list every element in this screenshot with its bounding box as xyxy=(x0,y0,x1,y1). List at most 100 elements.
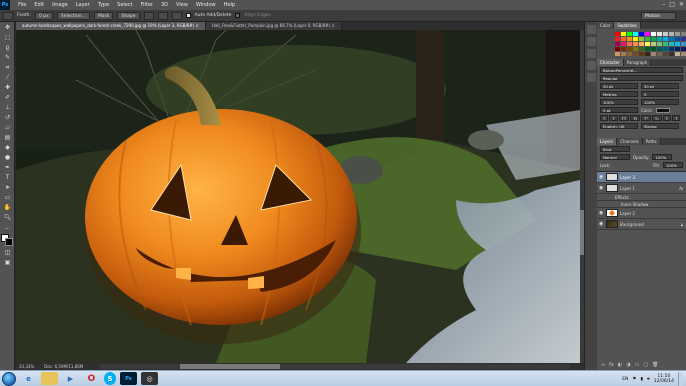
start-button[interactable] xyxy=(2,371,16,386)
tab-swatches[interactable]: Swatches xyxy=(614,22,641,29)
visibility-eye-icon[interactable]: ◉ xyxy=(599,221,604,227)
tab-character[interactable]: Character xyxy=(597,59,624,66)
tab-paths[interactable]: Paths xyxy=(642,138,661,145)
color-swatch[interactable] xyxy=(633,32,638,36)
color-swatch[interactable] xyxy=(615,32,620,36)
screen-mode-icon[interactable]: ▣ xyxy=(2,258,13,267)
lasso-tool-icon[interactable]: ϱ xyxy=(2,43,13,52)
color-swatch[interactable] xyxy=(663,32,668,36)
layer-row-layer-2[interactable]: ◉ Layer 2 xyxy=(597,208,686,219)
color-swatch[interactable] xyxy=(615,47,620,51)
text-color-swatch[interactable] xyxy=(655,107,670,113)
color-swatch[interactable] xyxy=(621,47,626,51)
path-alignment-icon[interactable] xyxy=(157,11,168,20)
move-tool-icon[interactable]: ✥ xyxy=(2,23,13,32)
all-caps-button[interactable]: TT xyxy=(618,115,630,121)
layer-row-layer-3[interactable]: ◉ Layer 3 xyxy=(597,172,686,183)
add-style-icon[interactable]: fx xyxy=(609,362,614,368)
color-swatch[interactable] xyxy=(645,37,650,41)
blend-mode-select[interactable]: Normal xyxy=(600,154,630,160)
menu-view[interactable]: View xyxy=(172,2,192,8)
vertical-scale-input[interactable]: 100% xyxy=(600,99,638,105)
menu-type[interactable]: Type xyxy=(94,2,113,8)
tracking-input[interactable]: 0 xyxy=(641,91,679,97)
gradient-tool-icon[interactable]: ▤ xyxy=(2,133,13,142)
layer-effect-inner-shadow[interactable]: Inner Shadow xyxy=(597,201,686,208)
color-swatch[interactable] xyxy=(645,52,650,56)
color-swatch[interactable] xyxy=(681,32,686,36)
color-swatch[interactable] xyxy=(627,52,632,56)
dodge-tool-icon[interactable]: ● xyxy=(2,153,13,162)
maximize-button[interactable]: □ xyxy=(669,1,675,8)
font-size-input[interactable]: 30 pt xyxy=(600,83,638,89)
layer-row-layer-1[interactable]: ◉ Layer 1 fx xyxy=(597,183,686,194)
close-button[interactable]: ✕ xyxy=(679,1,684,8)
faux-bold-button[interactable]: T xyxy=(600,115,609,121)
zoom-level[interactable]: 33,33% xyxy=(19,364,34,369)
gear-icon[interactable] xyxy=(171,11,182,20)
visibility-eye-icon[interactable]: ◉ xyxy=(599,210,604,216)
color-swatch[interactable] xyxy=(657,52,662,56)
color-swatch[interactable] xyxy=(651,37,656,41)
color-swatch[interactable] xyxy=(675,47,680,51)
color-swatch[interactable] xyxy=(633,37,638,41)
new-layer-icon[interactable]: ▢ xyxy=(643,362,648,368)
color-swatch[interactable] xyxy=(669,32,674,36)
baseline-input[interactable]: 0 pt xyxy=(600,107,638,113)
path-select-icon[interactable]: ➤ xyxy=(2,183,13,192)
small-caps-button[interactable]: Tt xyxy=(630,115,641,121)
pen-tool-icon[interactable]: ✒ xyxy=(2,163,13,172)
superscript-button[interactable]: T¹ xyxy=(641,115,651,121)
layer-filter-select[interactable]: Kind xyxy=(600,146,630,152)
color-swatch[interactable] xyxy=(675,52,680,56)
color-swatch[interactable] xyxy=(621,32,626,36)
blur-tool-icon[interactable]: ◆ xyxy=(2,143,13,152)
ie-icon[interactable]: e xyxy=(20,372,37,385)
color-swatch[interactable] xyxy=(675,42,680,46)
tab-color[interactable]: Color xyxy=(597,22,615,29)
color-swatch[interactable] xyxy=(639,52,644,56)
selection-button[interactable]: Selection... xyxy=(56,11,90,20)
flag-icon[interactable]: ⚑ xyxy=(632,377,636,382)
volume-icon[interactable]: 🔊︎ xyxy=(647,376,650,382)
shape-button[interactable]: Shape xyxy=(117,11,140,20)
quick-select-tool-icon[interactable]: ✎ xyxy=(2,53,13,62)
healing-brush-icon[interactable]: ✚ xyxy=(2,83,13,92)
horizontal-scrollbar[interactable] xyxy=(100,364,570,369)
opera-icon[interactable]: O xyxy=(83,372,100,385)
color-swatch[interactable] xyxy=(645,32,650,36)
strikethrough-button[interactable]: T xyxy=(672,115,681,121)
anti-alias-select[interactable]: Strong xyxy=(641,123,679,129)
leading-input[interactable]: 30 pt xyxy=(641,83,679,89)
eyedropper-tool-icon[interactable]: ⁄ xyxy=(2,73,13,82)
language-indicator[interactable]: EN xyxy=(622,377,628,382)
type-tool-icon[interactable]: T xyxy=(2,173,13,182)
underline-button[interactable]: T xyxy=(662,115,672,121)
color-swatch[interactable] xyxy=(639,37,644,41)
path-operations-icon[interactable] xyxy=(143,11,154,20)
pen-tool-preset-icon[interactable] xyxy=(3,11,13,20)
color-swatch[interactable] xyxy=(645,42,650,46)
crop-tool-icon[interactable]: ⌗ xyxy=(2,63,13,72)
color-swatch[interactable] xyxy=(669,52,674,56)
clock[interactable]: 11:50 12/06/14 xyxy=(654,374,674,385)
color-swatch[interactable] xyxy=(651,52,656,56)
color-swatches-icon[interactable] xyxy=(1,234,14,246)
add-mask-icon[interactable]: ◐ xyxy=(618,362,622,368)
menu-3d[interactable]: 3D xyxy=(157,2,172,8)
brush-panel-icon[interactable] xyxy=(587,61,596,70)
color-swatch[interactable] xyxy=(645,47,650,51)
color-swatch[interactable] xyxy=(615,42,620,46)
kerning-select[interactable]: Metrics xyxy=(600,91,638,97)
layer-row-background[interactable]: ◉ Background 🔒︎ xyxy=(597,219,686,230)
align-edges-checkbox[interactable] xyxy=(235,13,241,18)
workspace-select[interactable]: Motion xyxy=(641,12,676,20)
history-panel-icon[interactable] xyxy=(587,25,596,34)
color-swatch[interactable] xyxy=(657,47,662,51)
menu-help[interactable]: Help xyxy=(220,2,239,8)
color-swatch[interactable] xyxy=(651,47,656,51)
skype-icon[interactable]: S xyxy=(104,372,116,385)
color-swatch[interactable] xyxy=(669,47,674,51)
color-swatch[interactable] xyxy=(657,32,662,36)
layer-effects-row[interactable]: Effects xyxy=(597,194,686,201)
